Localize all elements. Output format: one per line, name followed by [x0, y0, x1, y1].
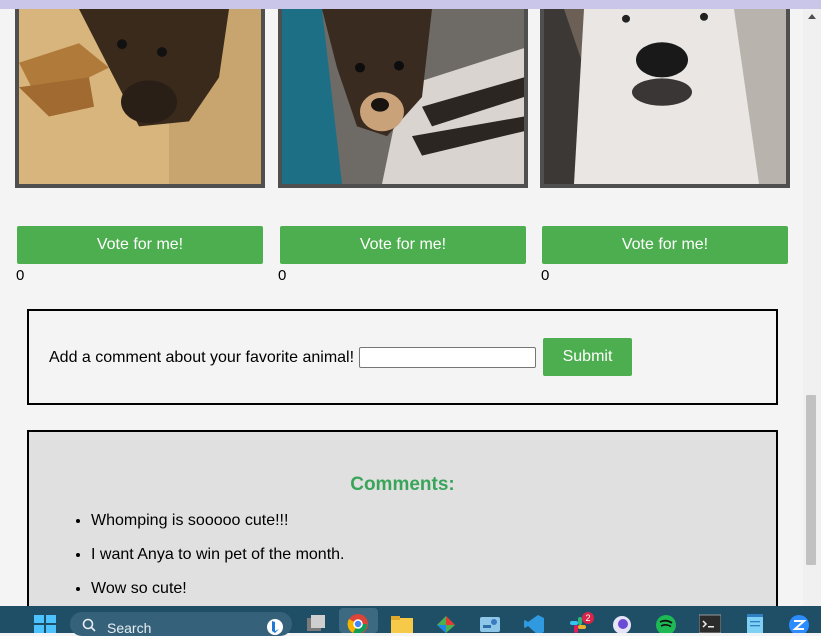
vote-count-pet-3: 0 — [541, 267, 550, 284]
comment-form: Add a comment about your favorite animal… — [27, 309, 778, 405]
windows-start-icon[interactable] — [34, 615, 56, 633]
notepad-icon[interactable] — [744, 614, 766, 633]
vote-button-pet-3[interactable]: Vote for me! — [542, 226, 788, 264]
search-placeholder: Search — [107, 620, 152, 636]
app-circle-icon[interactable] — [611, 614, 633, 633]
comment-label: Add a comment about your favorite animal… — [49, 349, 355, 366]
vscode-icon[interactable] — [523, 614, 545, 633]
control-panel-icon[interactable] — [479, 614, 501, 633]
search-icon — [82, 618, 96, 632]
vertical-scrollbar[interactable] — [803, 9, 821, 606]
taskbar-search-box[interactable]: Search — [70, 612, 292, 636]
vote-button-pet-1[interactable]: Vote for me! — [17, 226, 263, 264]
scroll-up-arrow-icon[interactable] — [808, 14, 816, 19]
spotify-icon[interactable] — [655, 614, 677, 633]
vote-button-pet-2[interactable]: Vote for me! — [280, 226, 526, 264]
browser-top-edge — [0, 0, 821, 9]
page-content: Vote for me! Vote for me! Vote for me! 0… — [0, 9, 803, 606]
photos-app-icon[interactable] — [435, 614, 457, 633]
zoom-icon[interactable] — [788, 614, 810, 633]
terminal-icon[interactable] — [699, 614, 721, 633]
comment-item: Wow so cute! — [91, 580, 344, 606]
file-explorer-icon[interactable] — [391, 614, 413, 633]
bing-icon[interactable] — [266, 618, 284, 636]
comment-input[interactable] — [359, 347, 536, 368]
scrollbar-thumb[interactable] — [806, 395, 816, 565]
pet-photo-german-shepherd — [15, 9, 265, 188]
submit-button[interactable]: Submit — [543, 338, 632, 376]
slack-notification-badge: 2 — [582, 612, 594, 624]
taskbar: Search 2 — [0, 606, 821, 636]
vote-count-pet-2: 0 — [278, 267, 287, 284]
comments-section: Comments: Whomping is sooooo cute!!! I w… — [27, 430, 778, 606]
comment-item: I want Anya to win pet of the month. — [91, 546, 344, 580]
vote-count-pet-1: 0 — [16, 267, 25, 284]
task-view-icon[interactable] — [305, 614, 327, 633]
comments-title: Comments: — [350, 474, 455, 495]
pet-photo-puppy — [278, 9, 528, 188]
comments-list: Whomping is sooooo cute!!! I want Anya t… — [73, 512, 344, 606]
comment-item: Whomping is sooooo cute!!! — [91, 512, 344, 546]
pet-photo-husky — [540, 9, 790, 188]
chrome-icon[interactable] — [347, 613, 369, 633]
